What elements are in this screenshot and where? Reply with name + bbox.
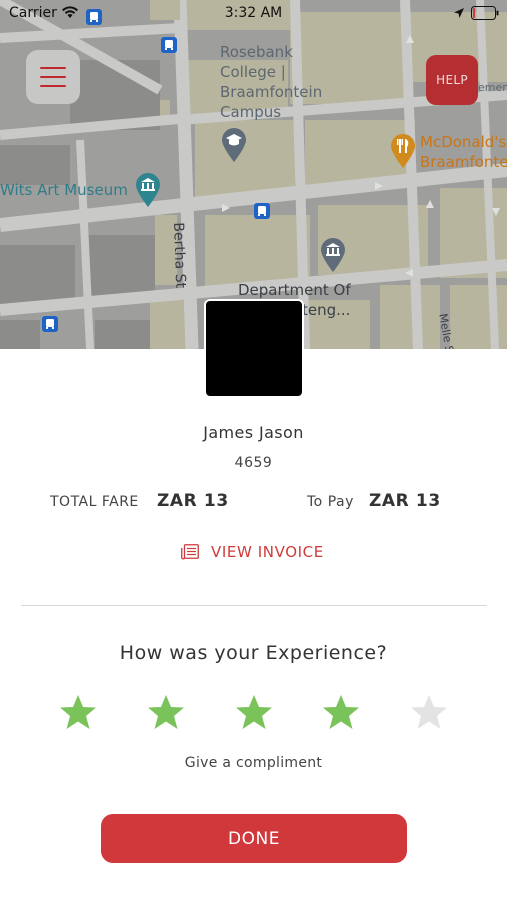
- battery-icon: [471, 6, 499, 20]
- map-label-rosebank: Campus: [220, 103, 282, 121]
- done-button[interactable]: DONE: [101, 814, 407, 863]
- total-fare-value: ZAR 13: [157, 491, 229, 511]
- map-label-mcdonalds: Braamfontei: [420, 153, 507, 171]
- star-icon[interactable]: [58, 692, 98, 732]
- status-bar: Carrier 3:32 AM: [0, 0, 507, 28]
- receipt-icon: [181, 544, 199, 560]
- driver-name: James Jason: [203, 423, 304, 442]
- map-label-rosebank: College |: [220, 63, 286, 81]
- map-label-wits-art-museum: Wits Art Museum: [0, 181, 128, 199]
- map-label-department: Department Of: [238, 281, 351, 299]
- give-compliment-link[interactable]: Give a compliment: [0, 755, 507, 771]
- star-icon[interactable]: [321, 692, 361, 732]
- graduation-cap-icon: [222, 128, 246, 162]
- map-label-bertha-st: Bertha St: [170, 222, 189, 289]
- map-label-rosebank: Braamfontein: [220, 83, 323, 101]
- map-label-department: teng...: [302, 301, 351, 319]
- government-building-icon: [321, 238, 345, 272]
- star-icon[interactable]: [409, 692, 449, 732]
- location-arrow-icon: [454, 8, 464, 18]
- map-label-rosebank: Rosebank: [220, 43, 293, 61]
- to-pay-value: ZAR 13: [369, 491, 441, 511]
- museum-icon: [136, 173, 160, 207]
- total-fare-label: TOTAL FARE: [50, 494, 139, 510]
- star-icon[interactable]: [234, 692, 274, 732]
- star-icon[interactable]: [146, 692, 186, 732]
- bus-stop-icon: [161, 37, 177, 53]
- map-label-fragment: ement: [478, 81, 507, 94]
- bus-stop-icon: [42, 316, 58, 332]
- menu-button[interactable]: [26, 50, 80, 104]
- section-divider: [21, 605, 487, 606]
- bus-stop-icon: [254, 203, 270, 219]
- driver-avatar: [204, 299, 304, 398]
- help-button[interactable]: HELP: [426, 55, 478, 105]
- view-invoice-label: VIEW INVOICE: [211, 543, 324, 561]
- restaurant-icon: [391, 134, 415, 168]
- map-label-mcdonalds: McDonald's: [420, 133, 507, 151]
- view-invoice-button[interactable]: VIEW INVOICE: [181, 541, 324, 563]
- status-time: 3:32 AM: [224, 5, 283, 21]
- experience-question: How was your Experience?: [119, 642, 388, 664]
- driver-id: 4659: [234, 455, 273, 471]
- to-pay-label: To Pay: [307, 494, 354, 510]
